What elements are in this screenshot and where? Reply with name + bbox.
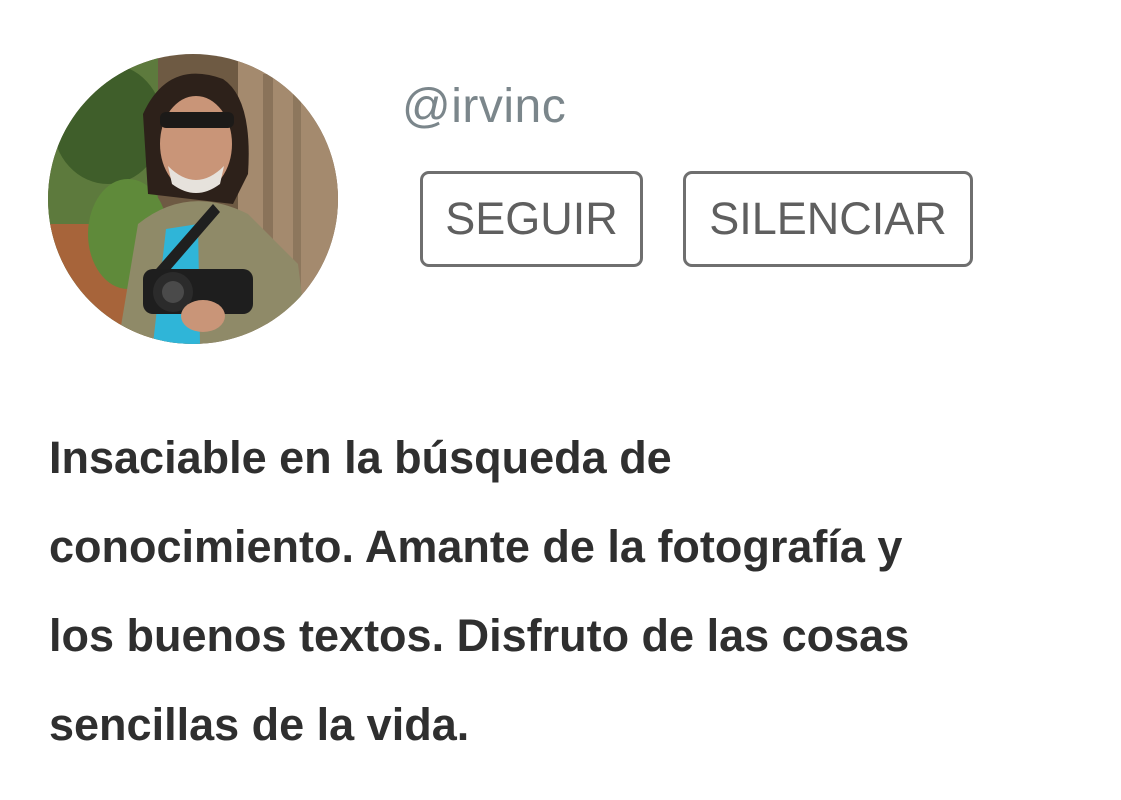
bio-line: sencillas de la vida. [49, 699, 470, 750]
bio-line: los buenos textos. Disfruto de las cosas [49, 610, 910, 661]
mute-button[interactable]: SILENCIAR [683, 171, 973, 267]
avatar[interactable] [48, 54, 338, 344]
bio-line: Insaciable en la búsqueda de [49, 432, 672, 483]
bio-line: conocimiento. Amante de la fotografía y [49, 521, 903, 572]
avatar-photo [48, 54, 338, 344]
profile-bio: Insaciable en la búsqueda de conocimient… [49, 413, 1049, 769]
profile-card: @irvinc SEGUIR SILENCIAR Insaciable en l… [0, 0, 1121, 800]
username: @irvinc [402, 80, 567, 133]
follow-button[interactable]: SEGUIR [420, 171, 643, 267]
